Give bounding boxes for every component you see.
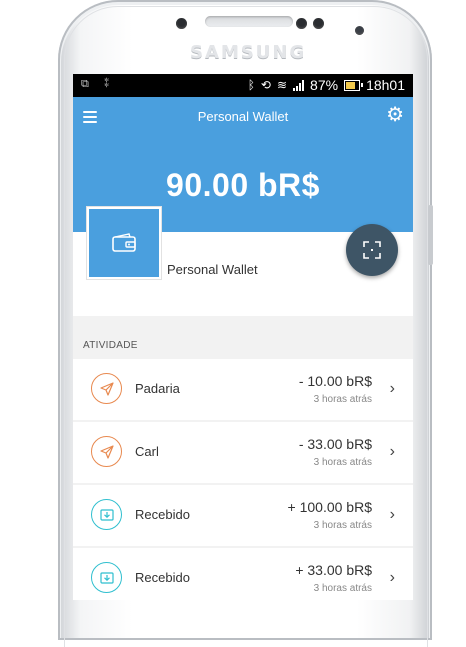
sent-icon <box>91 373 122 404</box>
scan-icon <box>363 241 381 259</box>
wallet-balance: 90.00 bR$ <box>166 167 320 203</box>
phone-sensor <box>296 18 307 29</box>
activity-row[interactable]: Recebido + 100.00 bR$ 3 horas atrás › <box>73 485 413 546</box>
notification-icons: ⧉ ⁑ <box>81 78 116 90</box>
received-icon <box>91 562 122 593</box>
activity-name: Recebido <box>135 507 190 522</box>
activity-name: Carl <box>135 444 159 459</box>
scan-qr-button[interactable] <box>346 224 398 276</box>
received-icon <box>91 499 122 530</box>
activity-time: 3 horas atrás <box>313 583 372 594</box>
activity-amount: + 33.00 bR$ <box>295 562 372 578</box>
activity-amount: + 100.00 bR$ <box>287 499 372 515</box>
battery-percent: 87% <box>310 77 339 93</box>
sent-icon <box>91 436 122 467</box>
activity-row[interactable]: Carl - 33.00 bR$ 3 horas atrás › <box>73 422 413 483</box>
activity-row[interactable]: Padaria - 10.00 bR$ 3 horas atrás › <box>73 359 413 420</box>
activity-amount: - 33.00 bR$ <box>298 436 372 452</box>
battery-icon <box>344 79 364 91</box>
page-title: Personal Wallet <box>197 109 289 124</box>
front-camera <box>355 26 364 35</box>
activity-time: 3 horas atrás <box>313 457 372 468</box>
wallet-avatar <box>87 207 161 279</box>
activity-amount: - 10.00 bR$ <box>298 373 372 389</box>
clock: 18h01 <box>366 77 405 93</box>
phone-speaker <box>205 16 293 27</box>
sync-icon: ⟲ <box>260 78 271 92</box>
status-bar: ⧉ ⁑ ᛒ ⟲ ≋ 87% 18h01 <box>73 74 413 97</box>
wifi-icon: ≋ <box>276 78 288 92</box>
wallet-name: Personal Wallet <box>167 262 258 277</box>
phone-sensor <box>176 18 187 29</box>
activity-name: Recebido <box>135 570 190 585</box>
signal-icon <box>293 79 305 91</box>
device-brand: SAMSUNG <box>190 42 307 63</box>
wallet-icon <box>112 233 136 252</box>
app-screen: ⧉ ⁑ ᛒ ⟲ ≋ 87% 18h01 Personal Wallet ⚙ 90… <box>73 74 413 600</box>
chevron-right-icon: › <box>389 506 395 523</box>
activity-time: 3 horas atrás <box>313 520 372 531</box>
bluetooth-icon: ᛒ <box>247 78 255 92</box>
activity-list: Padaria - 10.00 bR$ 3 horas atrás › Carl… <box>73 359 413 600</box>
chevron-right-icon: › <box>389 380 395 397</box>
activity-time: 3 horas atrás <box>313 394 372 405</box>
activity-name: Padaria <box>135 381 180 396</box>
gear-icon[interactable]: ⚙ <box>386 105 404 125</box>
activity-section-label: ATIVIDADE <box>83 340 138 351</box>
phone-side-button <box>428 205 433 265</box>
phone-sensor <box>313 18 324 29</box>
activity-row[interactable]: Recebido + 33.00 bR$ 3 horas atrás › <box>73 548 413 600</box>
chevron-right-icon: › <box>389 443 395 460</box>
chevron-right-icon: › <box>389 569 395 586</box>
